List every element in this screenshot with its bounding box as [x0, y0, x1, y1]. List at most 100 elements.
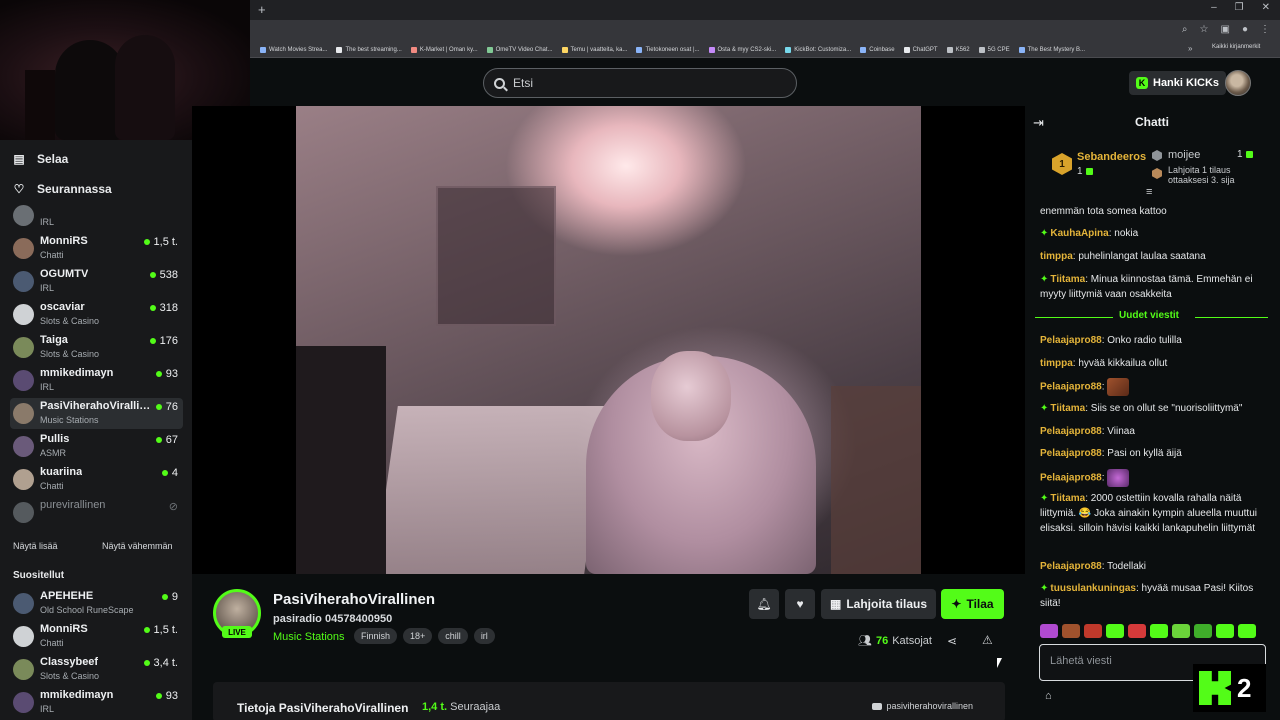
all-bookmarks-button[interactable]: Kaikki kirjanmerkit — [1212, 44, 1260, 50]
channel-item[interactable]: Classybeef Slots & Casino 3,4 t. — [10, 654, 183, 685]
emote-icon[interactable] — [1106, 624, 1124, 638]
menu-icon[interactable]: ⋮ — [1260, 24, 1270, 35]
gift-icon: ▦ — [830, 597, 842, 611]
search-bar[interactable] — [483, 68, 797, 98]
bookmark-item[interactable]: Watch Movies Strea... — [260, 46, 327, 53]
bookmark-item[interactable]: ChatGPT — [903, 46, 938, 53]
chat-username[interactable]: Pelaajapro88 — [1040, 382, 1102, 393]
channel-item[interactable]: purevirallinen ⊘ — [10, 497, 183, 528]
video-frame[interactable] — [296, 106, 921, 574]
channel-item[interactable]: Pullis ASMR 67 — [10, 431, 183, 462]
emote-icon[interactable] — [1150, 624, 1168, 638]
report-icon[interactable]: ⚠ — [982, 633, 993, 647]
extensions-icon[interactable]: ▣ — [1221, 24, 1230, 35]
gift-sub-button[interactable]: ▦ Lahjoita tilaus — [821, 589, 937, 619]
user-avatar[interactable] — [1225, 70, 1251, 96]
close-icon[interactable]: ✕ — [1262, 2, 1270, 13]
second-name[interactable]: moijee — [1168, 149, 1200, 161]
chat-username[interactable]: Pelaajapro88 — [1040, 473, 1102, 484]
emote-icon[interactable] — [1062, 624, 1080, 638]
chat-username[interactable]: Pelaajapro88 — [1040, 426, 1102, 437]
get-kicks-button[interactable]: K Hanki KICKs — [1129, 71, 1227, 95]
channel-item[interactable]: oscaviar Slots & Casino 318 — [10, 299, 183, 330]
bookmarks-overflow-button[interactable]: » — [1188, 44, 1192, 53]
channel-viewer-count: 9 — [171, 591, 178, 603]
channel-item[interactable]: IRL — [10, 200, 183, 231]
channel-name[interactable]: PasiViherahoVirallinen — [273, 591, 435, 608]
channel-item[interactable]: kuariina Chatti 4 — [10, 464, 183, 495]
nav-following[interactable]: ♡ Seurannassa — [13, 182, 112, 196]
channel-item[interactable]: mmikedimayn IRL 93 — [10, 365, 183, 396]
channel-viewers: 1,5 t. — [143, 236, 178, 248]
bookmark-item[interactable]: Coinbase — [860, 46, 895, 53]
channel-viewer-count: 93 — [165, 368, 178, 380]
channel-item[interactable]: APEHEHE Old School RuneScape 9 — [10, 588, 183, 619]
kick-logo-icon: K — [1136, 77, 1148, 89]
chat-message: ✦ KauhaApina: nokia — [1040, 228, 1139, 239]
nav-browse[interactable]: ▤ Selaa — [13, 152, 68, 166]
bookmark-item[interactable]: K-Market | Oman ky... — [410, 46, 478, 53]
tag[interactable]: 18+ — [403, 628, 433, 644]
bookmark-item[interactable]: K562 — [946, 46, 970, 53]
chat-username[interactable]: Pelaajapro88 — [1040, 335, 1102, 346]
new-tab-button[interactable]: + — [258, 2, 266, 17]
channel-item[interactable]: OGUMTV IRL 538 — [10, 266, 183, 297]
follow-button[interactable]: ♥ — [785, 589, 815, 619]
subscribe-button[interactable]: ✦ Tilaa — [941, 589, 1004, 619]
chat-username[interactable]: Tiitama — [1050, 493, 1085, 504]
tag[interactable]: Finnish — [354, 628, 398, 644]
collapse-chat-icon[interactable]: ⇥ — [1033, 115, 1044, 131]
gift-prompt[interactable]: Lahjoita 1 tilaus ottaaksesi 3. sija — [1168, 165, 1268, 185]
channel-item[interactable]: PasiViherahoVirallinen Music Stations 76 — [10, 398, 183, 429]
live-dot-icon — [143, 239, 150, 245]
search-input[interactable] — [513, 76, 773, 90]
youtube-icon — [872, 702, 883, 710]
channel-viewer-count: 3,4 t. — [153, 657, 178, 669]
chat-username[interactable]: Tiitama — [1050, 274, 1085, 285]
show-less-link[interactable]: Näytä vähemmän — [102, 541, 173, 551]
tag[interactable]: irl — [473, 628, 495, 644]
emote-icon[interactable] — [1238, 624, 1256, 638]
expand-leaderboard-icon[interactable]: ≡ — [1146, 186, 1152, 198]
channel-item[interactable]: mmikedimayn IRL 93 — [10, 687, 183, 718]
tag[interactable]: chill — [438, 628, 468, 644]
bookmark-item[interactable]: The Best Mystery B... — [1018, 46, 1085, 53]
chat-username[interactable]: timppa — [1040, 251, 1073, 262]
chat-username[interactable]: Pelaajapro88 — [1040, 448, 1102, 459]
channel-item[interactable]: MonniRS Chatti 1,5 t. — [10, 233, 183, 264]
minimize-icon[interactable]: – — [1211, 2, 1217, 13]
store-icon[interactable]: ⌂ — [1045, 690, 1052, 702]
emote-icon[interactable] — [1040, 624, 1058, 638]
video-player[interactable] — [192, 106, 1025, 574]
bookmark-item[interactable]: Osta & myy CS2-ski... — [708, 46, 776, 53]
show-more-link[interactable]: Näytä lisää — [13, 541, 58, 551]
emote-icon[interactable] — [1084, 624, 1102, 638]
stream-category[interactable]: Music Stations — [273, 631, 345, 643]
chat-username[interactable]: tuusulankuningas — [1050, 583, 1136, 594]
notifications-button[interactable]: 🔔︎ — [749, 589, 779, 619]
chat-username[interactable]: Pelaajapro88 — [1040, 561, 1102, 572]
bookmark-item[interactable]: Temu | vaatteita, ka... — [561, 46, 627, 53]
channel-item[interactable]: Taiga Slots & Casino 176 — [10, 332, 183, 363]
bookmark-item[interactable]: OmeTV Video Chat... — [486, 46, 553, 53]
profile-icon[interactable]: ● — [1242, 24, 1248, 35]
chat-username[interactable]: KauhaApina — [1050, 228, 1108, 239]
bookmark-item[interactable]: Tietokoneen osat |... — [636, 46, 700, 53]
youtube-link[interactable]: pasiviherahovirallinen — [872, 701, 973, 711]
chat-username[interactable]: Tiitama — [1050, 403, 1085, 414]
bookmark-label: The best streaming... — [345, 46, 402, 53]
emote-icon[interactable] — [1194, 624, 1212, 638]
zoom-icon[interactable]: ⌕ — [1182, 24, 1188, 35]
channel-item[interactable]: MonniRS Chatti 1,5 t. — [10, 621, 183, 652]
bookmark-star-icon[interactable]: ☆ — [1200, 24, 1209, 35]
chat-username[interactable]: timppa — [1040, 358, 1073, 369]
share-icon[interactable]: ⋖ — [947, 634, 957, 648]
emote-icon[interactable] — [1172, 624, 1190, 638]
bookmark-item[interactable]: 5G CPE — [978, 46, 1010, 53]
emote-icon[interactable] — [1128, 624, 1146, 638]
bookmark-item[interactable]: The best streaming... — [336, 46, 402, 53]
emote-icon[interactable] — [1216, 624, 1234, 638]
bookmark-item[interactable]: KickBot: Customiza... — [785, 46, 851, 53]
maximize-icon[interactable]: ❐ — [1235, 2, 1244, 13]
leader-name[interactable]: Sebandeeros — [1077, 151, 1146, 163]
